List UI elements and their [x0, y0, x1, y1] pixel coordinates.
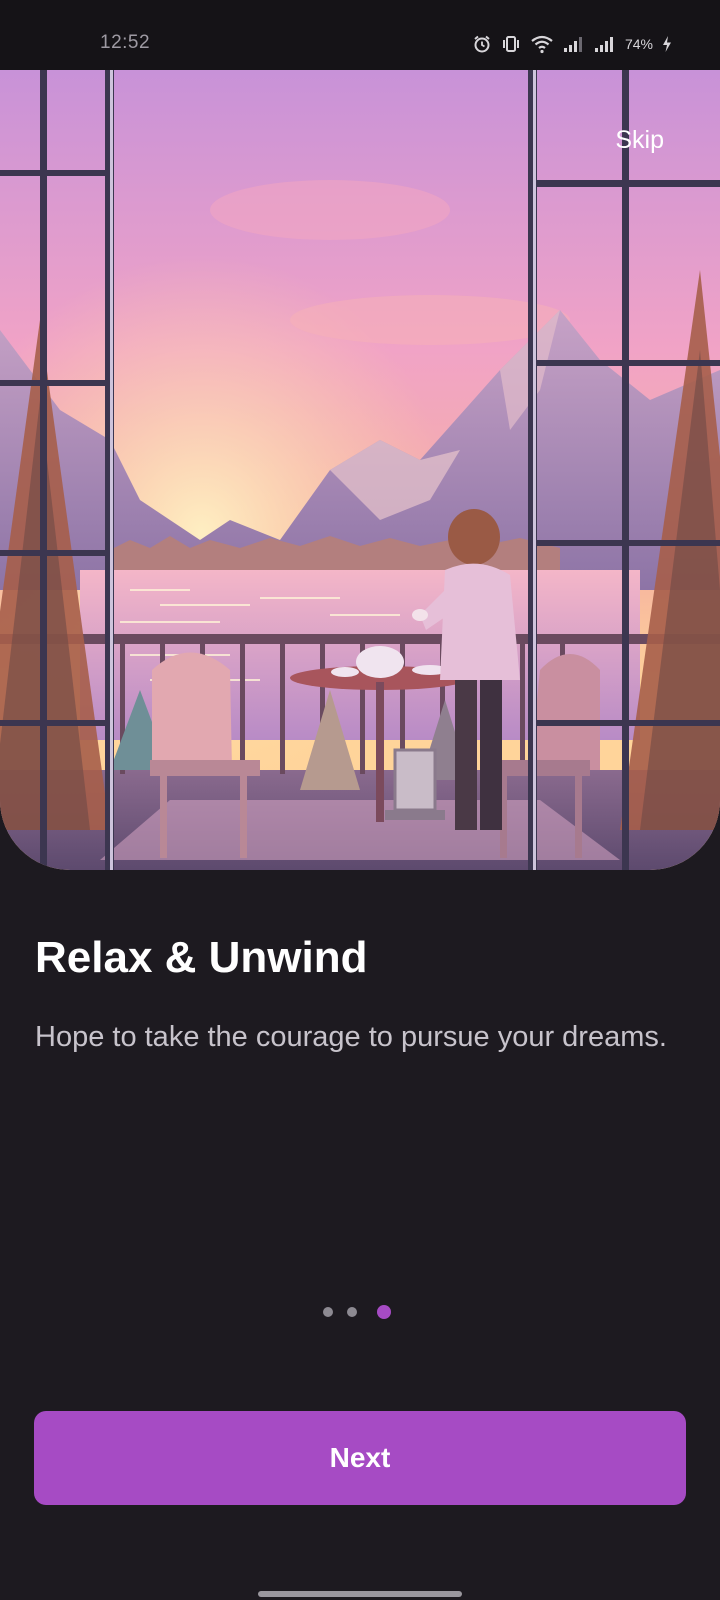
page-indicator — [0, 1304, 720, 1320]
next-button[interactable]: Next — [34, 1411, 686, 1505]
onboarding-screen: 12:52 74% Skip Relax & Unwind Hope to ta… — [0, 0, 720, 1600]
status-time: 12:52 — [100, 32, 151, 53]
signal-icon — [563, 35, 585, 53]
status-icons: 74% — [472, 34, 672, 54]
page-dot-3-active[interactable] — [377, 1305, 391, 1319]
wifi-icon — [530, 34, 554, 54]
skip-button[interactable]: Skip — [580, 118, 664, 162]
battery-percent: 74% — [624, 36, 653, 52]
onboarding-title: Relax & Unwind — [35, 933, 368, 982]
hero-illustration — [0, 70, 720, 870]
onboarding-description: Hope to take the courage to pursue your … — [35, 1021, 667, 1053]
signal-icon — [594, 35, 616, 53]
alarm-icon — [472, 34, 492, 54]
vibrate-icon — [501, 34, 521, 54]
home-indicator[interactable] — [258, 1591, 462, 1597]
status-bar: 12:52 74% — [0, 0, 720, 70]
battery-charging-icon — [662, 35, 672, 53]
page-dot-1[interactable] — [323, 1307, 333, 1317]
page-dot-2[interactable] — [347, 1307, 357, 1317]
